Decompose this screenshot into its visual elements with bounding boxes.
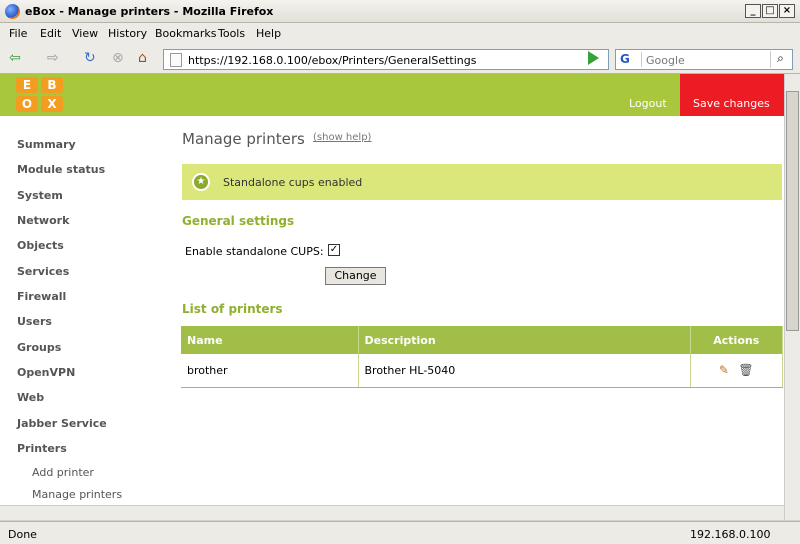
sidebar-item-jabber[interactable]: Jabber Service bbox=[17, 417, 107, 430]
menu-help[interactable]: Help bbox=[256, 27, 281, 40]
menu-bar: File Edit View History Bookmarks Tools H… bbox=[0, 23, 800, 44]
status-text: Done bbox=[8, 528, 37, 541]
maximize-button[interactable]: □ bbox=[762, 4, 778, 18]
sidebar-item-services[interactable]: Services bbox=[17, 265, 69, 278]
general-settings-title: General settings bbox=[182, 214, 295, 228]
minimize-button[interactable]: _ bbox=[745, 4, 761, 18]
stop-icon[interactable]: ⊗ bbox=[112, 50, 124, 66]
sidebar-item-printers[interactable]: Printers bbox=[17, 442, 67, 455]
column-description: Description bbox=[358, 326, 691, 354]
logo-o: O bbox=[16, 96, 38, 112]
menu-view[interactable]: View bbox=[72, 27, 98, 40]
sidebar-item-users[interactable]: Users bbox=[17, 315, 52, 328]
close-button[interactable]: × bbox=[779, 4, 795, 18]
status-host: 192.168.0.100 bbox=[690, 528, 771, 541]
search-input[interactable]: G Google ⌕ bbox=[615, 49, 793, 70]
page-viewport: E B O X Logout Save changes Summary Modu… bbox=[0, 74, 784, 520]
menu-tools[interactable]: Tools bbox=[218, 27, 245, 40]
show-help-link[interactable]: (show help) bbox=[313, 132, 371, 143]
save-changes-button[interactable]: Save changes bbox=[680, 74, 784, 116]
menu-bookmarks[interactable]: Bookmarks bbox=[155, 27, 216, 40]
search-placeholder: Google bbox=[646, 54, 685, 67]
sidebar-item-web[interactable]: Web bbox=[17, 391, 44, 404]
logo-x: X bbox=[41, 96, 63, 112]
ebox-logo: E B O X bbox=[16, 77, 64, 114]
printers-table: Name Description Actions brother Brother… bbox=[181, 326, 783, 388]
column-actions: Actions bbox=[690, 326, 783, 354]
status-note: ★ Standalone cups enabled bbox=[182, 164, 782, 200]
firefox-icon bbox=[5, 4, 20, 19]
sidebar-item-openvpn[interactable]: OpenVPN bbox=[17, 366, 75, 379]
column-name: Name bbox=[181, 326, 359, 354]
search-icon[interactable]: ⌕ bbox=[770, 51, 790, 68]
reload-icon[interactable]: ↻ bbox=[84, 50, 96, 66]
forward-icon[interactable]: ⇨ bbox=[47, 50, 59, 66]
printer-name: brother bbox=[181, 354, 359, 388]
page-icon bbox=[170, 53, 182, 67]
list-printers-title: List of printers bbox=[182, 302, 283, 316]
sidebar-item-network[interactable]: Network bbox=[17, 214, 69, 227]
printer-description: Brother HL-5040 bbox=[358, 354, 691, 388]
sidebar-item-groups[interactable]: Groups bbox=[17, 341, 61, 354]
status-bar: Done 192.168.0.100 bbox=[0, 521, 800, 544]
sidebar-item-module-status[interactable]: Module status bbox=[17, 163, 105, 176]
ebox-header: E B O X Logout Save changes bbox=[0, 74, 784, 116]
title-bar: eBox - Manage printers - Mozilla Firefox… bbox=[0, 0, 800, 23]
sidebar-subitem-manage-printers[interactable]: Manage printers bbox=[32, 488, 122, 501]
edit-icon[interactable]: ✎ bbox=[719, 363, 729, 377]
logo-e: E bbox=[16, 77, 38, 93]
window-title: eBox - Manage printers - Mozilla Firefox bbox=[25, 5, 274, 18]
url-bar[interactable]: https://192.168.0.100/ebox/Printers/Gene… bbox=[163, 49, 609, 70]
scroll-thumb[interactable] bbox=[786, 91, 799, 331]
menu-edit[interactable]: Edit bbox=[40, 27, 61, 40]
sidebar-item-summary[interactable]: Summary bbox=[17, 138, 76, 151]
go-icon[interactable] bbox=[588, 51, 599, 65]
sidebar-subitem-add-printer[interactable]: Add printer bbox=[32, 466, 94, 479]
sidebar-item-firewall[interactable]: Firewall bbox=[17, 290, 66, 303]
back-icon[interactable]: ⇦ bbox=[9, 50, 21, 66]
sidebar-item-objects[interactable]: Objects bbox=[17, 239, 64, 252]
url-text: https://192.168.0.100/ebox/Printers/Gene… bbox=[188, 54, 477, 67]
horizontal-scrollbar[interactable] bbox=[0, 505, 784, 520]
menu-file[interactable]: File bbox=[9, 27, 27, 40]
printer-actions: ✎ 🗑 bbox=[690, 354, 783, 388]
save-changes-label: Save changes bbox=[693, 97, 770, 110]
table-row: brother Brother HL-5040 ✎ 🗑 bbox=[181, 354, 783, 388]
page-title: Manage printers bbox=[182, 130, 305, 148]
star-icon: ★ bbox=[192, 173, 210, 191]
change-button[interactable]: Change bbox=[325, 267, 386, 285]
logo-b: B bbox=[41, 77, 63, 93]
menu-history[interactable]: History bbox=[108, 27, 147, 40]
enable-cups-checkbox[interactable]: ✓ bbox=[328, 244, 340, 256]
home-icon[interactable]: ⌂ bbox=[138, 50, 147, 66]
sidebar-item-system[interactable]: System bbox=[17, 189, 63, 202]
vertical-scrollbar[interactable] bbox=[784, 74, 800, 520]
status-note-text: Standalone cups enabled bbox=[223, 176, 363, 189]
delete-icon[interactable]: 🗑 bbox=[738, 363, 753, 377]
logout-link[interactable]: Logout bbox=[629, 97, 667, 110]
enable-cups-label: Enable standalone CUPS: bbox=[185, 245, 324, 258]
google-icon[interactable]: G bbox=[618, 52, 642, 67]
